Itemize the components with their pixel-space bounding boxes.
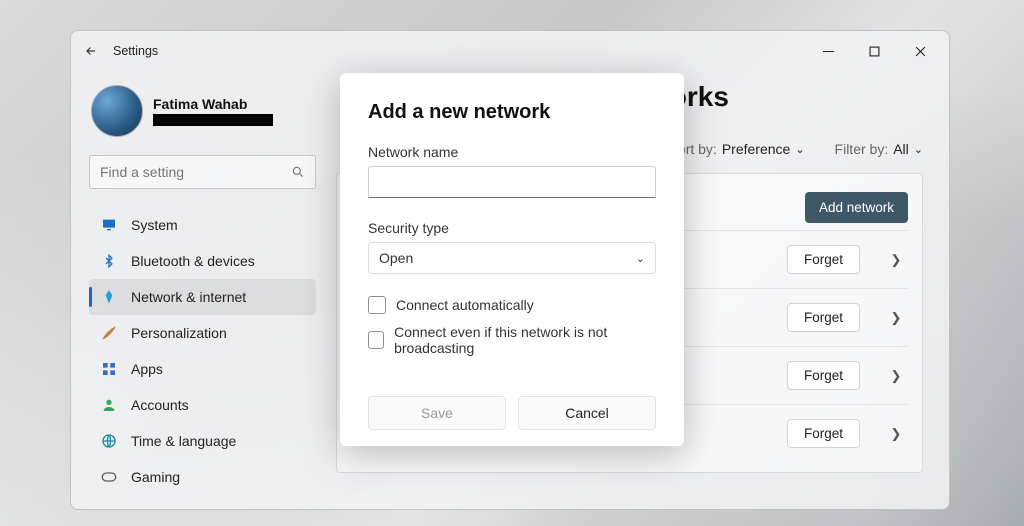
maximize-button[interactable]: [851, 36, 897, 66]
close-button[interactable]: [897, 36, 943, 66]
chevron-down-icon: ⌄: [795, 143, 804, 156]
sort-by-dropdown[interactable]: Sort by: Preference ⌄: [669, 141, 805, 157]
minimize-icon: [823, 46, 834, 57]
minimize-button[interactable]: [805, 36, 851, 66]
person-icon: [101, 397, 117, 413]
sidebar-item-gaming[interactable]: Gaming: [89, 459, 316, 495]
save-button[interactable]: Save: [368, 396, 506, 430]
profile-block[interactable]: Fatima Wahab: [91, 85, 316, 137]
security-type-select[interactable]: Open ⌄: [368, 242, 656, 274]
bluetooth-icon: [101, 253, 117, 269]
chevron-right-icon[interactable]: ❯: [884, 368, 908, 384]
monitor-icon: [101, 217, 117, 233]
forget-button[interactable]: Forget: [787, 361, 860, 390]
sidebar-item-label: Gaming: [131, 469, 180, 485]
sidebar-item-personalization[interactable]: Personalization: [89, 315, 316, 351]
sidebar-item-bluetooth-devices[interactable]: Bluetooth & devices: [89, 243, 316, 279]
sort-value: Preference: [722, 141, 790, 157]
sidebar-item-label: System: [131, 217, 178, 233]
sidebar-item-label: Apps: [131, 361, 163, 377]
close-icon: [915, 46, 926, 57]
back-button[interactable]: [77, 37, 105, 65]
maximize-icon: [869, 46, 880, 57]
dialog-title: Add a new network: [368, 101, 656, 124]
sidebar-item-network-internet[interactable]: Network & internet: [89, 279, 316, 315]
cancel-button[interactable]: Cancel: [518, 396, 656, 430]
profile-email-redacted: [153, 114, 273, 126]
network-name-input[interactable]: [368, 166, 656, 198]
connect-automatically-checkbox[interactable]: [368, 296, 386, 314]
chevron-down-icon: ⌄: [914, 143, 923, 156]
add-network-dialog: Add a new network Network name Security …: [340, 73, 684, 446]
profile-name: Fatima Wahab: [153, 96, 273, 112]
connect-not-broadcasting-checkbox[interactable]: [368, 331, 384, 349]
globe-icon: [101, 433, 117, 449]
add-network-button[interactable]: Add network: [805, 192, 908, 223]
grid-icon: [101, 361, 117, 377]
forget-button[interactable]: Forget: [787, 303, 860, 332]
brush-icon: [101, 325, 117, 341]
network-name-label: Network name: [368, 144, 656, 160]
game-icon: [101, 469, 117, 485]
sidebar-item-system[interactable]: System: [89, 207, 316, 243]
search-icon: [291, 165, 305, 179]
filter-value: All: [893, 141, 909, 157]
chevron-right-icon[interactable]: ❯: [884, 310, 908, 326]
sidebar-item-apps[interactable]: Apps: [89, 351, 316, 387]
sidebar: Fatima Wahab System Bluetooth & devices Ne…: [71, 71, 326, 509]
connect-not-broadcasting-label: Connect even if this network is not broa…: [394, 324, 656, 356]
connect-not-broadcasting-row[interactable]: Connect even if this network is not broa…: [368, 324, 656, 356]
security-type-value: Open: [379, 250, 413, 266]
chevron-right-icon[interactable]: ❯: [884, 252, 908, 268]
security-type-label: Security type: [368, 220, 656, 236]
sidebar-item-label: Personalization: [131, 325, 227, 341]
avatar: [91, 85, 143, 137]
app-title: Settings: [113, 44, 158, 58]
forget-button[interactable]: Forget: [787, 419, 860, 448]
diamond-icon: [101, 289, 117, 305]
filter-by-dropdown[interactable]: Filter by: All ⌄: [835, 141, 923, 157]
sidebar-item-label: Time & language: [131, 433, 236, 449]
titlebar: Settings: [71, 31, 949, 71]
arrow-left-icon: [84, 44, 98, 58]
connect-automatically-row[interactable]: Connect automatically: [368, 296, 656, 314]
chevron-right-icon[interactable]: ❯: [884, 426, 908, 442]
search-input[interactable]: [100, 164, 291, 180]
sidebar-item-time-language[interactable]: Time & language: [89, 423, 316, 459]
chevron-down-icon: ⌄: [636, 252, 645, 265]
forget-button[interactable]: Forget: [787, 245, 860, 274]
search-box[interactable]: [89, 155, 316, 189]
sidebar-item-label: Bluetooth & devices: [131, 253, 255, 269]
sidebar-item-accounts[interactable]: Accounts: [89, 387, 316, 423]
connect-automatically-label: Connect automatically: [396, 297, 534, 313]
sidebar-item-label: Network & internet: [131, 289, 246, 305]
window-controls: [805, 36, 943, 66]
sidebar-item-label: Accounts: [131, 397, 189, 413]
filter-label: Filter by:: [835, 141, 889, 157]
